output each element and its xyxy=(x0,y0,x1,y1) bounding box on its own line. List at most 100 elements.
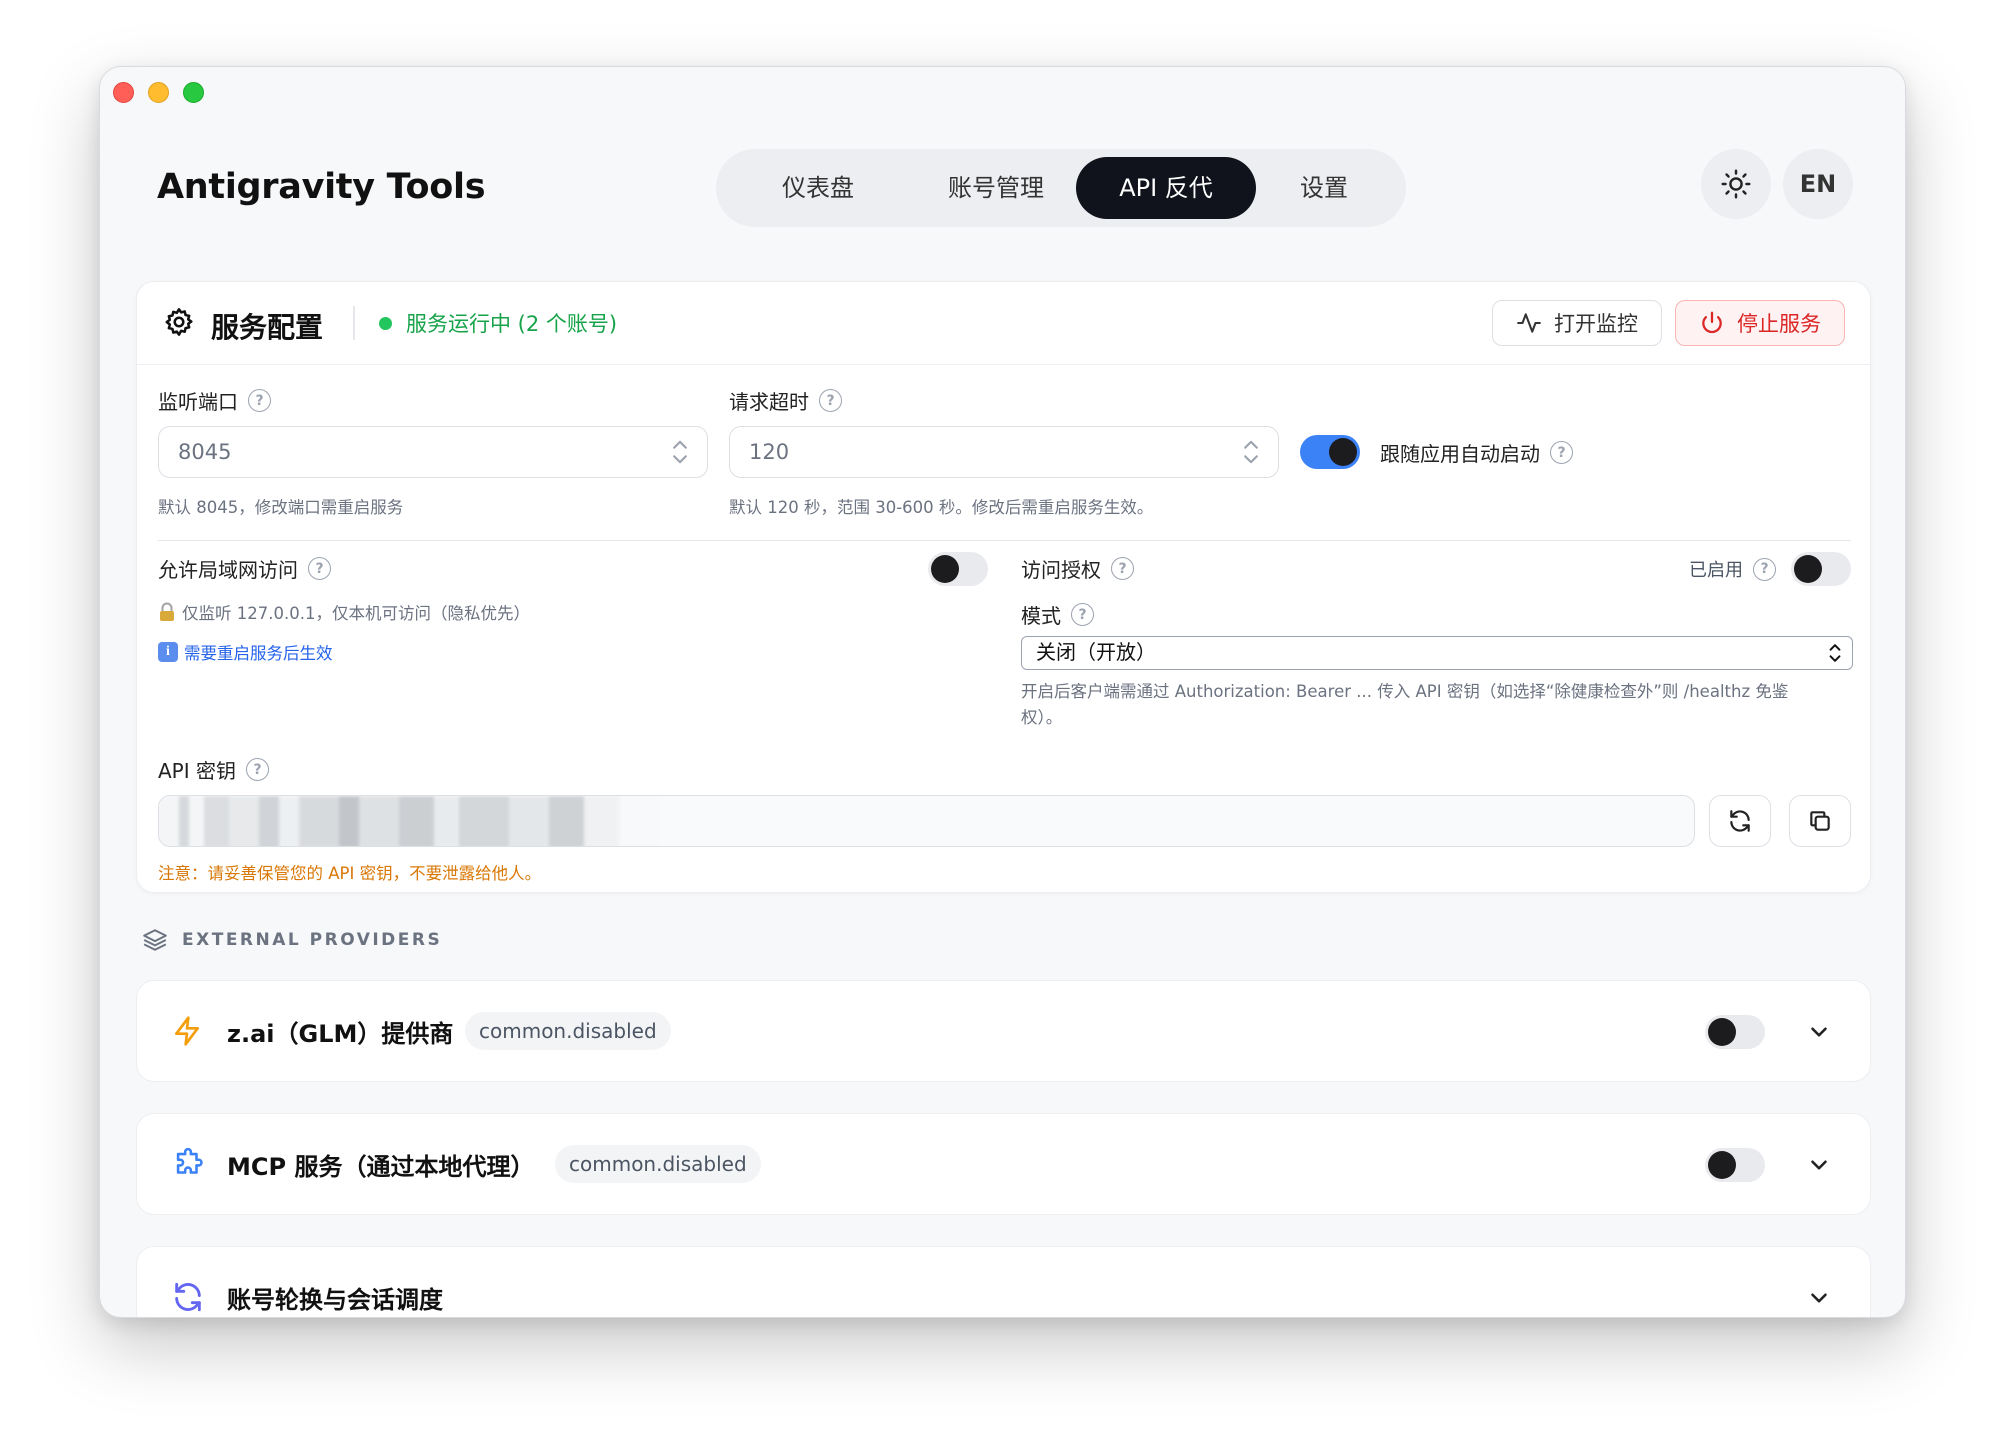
language-button[interactable]: EN xyxy=(1783,149,1853,219)
tab-api-proxy[interactable]: API 反代 xyxy=(1076,157,1256,219)
provider-card-mcp[interactable]: MCP 服务（通过本地代理） common.disabled xyxy=(136,1113,1871,1215)
lan-help-icon[interactable]: ? xyxy=(308,557,331,580)
app-title: Antigravity Tools xyxy=(157,167,486,207)
window-controls xyxy=(113,82,204,103)
main-nav: 仪表盘 账号管理 API 反代 设置 xyxy=(716,149,1406,227)
lan-access-label-text: 允许局域网访问 xyxy=(158,558,298,582)
language-label: EN xyxy=(1799,170,1837,198)
refresh-icon xyxy=(1730,810,1750,832)
auth-hint: 开启后客户端需通过 Authorization: Bearer ... 传入 A… xyxy=(1021,679,1853,731)
port-help-icon[interactable]: ? xyxy=(248,389,271,412)
port-input[interactable]: 8045 xyxy=(158,426,708,478)
provider-toggle[interactable] xyxy=(1705,1015,1765,1049)
regenerate-key-button[interactable] xyxy=(1709,795,1771,847)
refresh-icon xyxy=(175,1282,201,1312)
api-key-help-icon[interactable]: ? xyxy=(246,758,269,781)
spinner-arrows-icon[interactable] xyxy=(1242,439,1260,465)
close-window-button[interactable] xyxy=(113,82,134,103)
provider-title: MCP 服务（通过本地代理） xyxy=(227,1153,535,1181)
api-key-warning: 注意：请妥善保管您的 API 密钥，不要泄露给他人。 xyxy=(158,864,542,883)
theme-toggle-button[interactable] xyxy=(1701,149,1771,219)
copy-icon xyxy=(1810,811,1830,831)
open-monitor-label: 打开监控 xyxy=(1554,312,1638,336)
timeout-hint: 默认 120 秒，范围 30-600 秒。修改后需重启服务生效。 xyxy=(729,498,1154,517)
tab-accounts[interactable]: 账号管理 xyxy=(912,157,1080,219)
auth-mode-value: 关闭（开放） xyxy=(1036,640,1156,664)
tab-settings[interactable]: 设置 xyxy=(1264,157,1384,219)
autostart-toggle[interactable] xyxy=(1300,435,1360,469)
minimize-window-button[interactable] xyxy=(148,82,169,103)
timeout-value: 120 xyxy=(749,440,790,464)
timeout-label-text: 请求超时 xyxy=(729,390,809,414)
api-key-redacted xyxy=(159,796,659,846)
port-hint: 默认 8045，修改端口需重启服务 xyxy=(158,498,404,517)
header-divider xyxy=(353,306,355,340)
lock-icon xyxy=(160,602,174,621)
auth-mode-label: 模式 ? xyxy=(1021,600,1094,629)
spinner-arrows-icon[interactable] xyxy=(671,439,689,465)
lan-restart-note: i 需要重启服务后生效 xyxy=(158,640,333,664)
provider-status-badge: common.disabled xyxy=(555,1145,761,1183)
external-providers-heading: EXTERNAL PROVIDERS xyxy=(142,927,442,953)
chevron-down-icon[interactable] xyxy=(1806,1285,1832,1311)
auth-label-text: 访问授权 xyxy=(1021,558,1101,582)
info-icon: i xyxy=(158,642,178,662)
auth-hint-line2: 权）。 xyxy=(1021,708,1063,727)
lan-restart-text: 需要重启服务后生效 xyxy=(184,644,333,663)
power-icon xyxy=(1702,311,1722,334)
auth-mode-help-icon[interactable]: ? xyxy=(1071,603,1094,626)
provider-card-rotation[interactable]: 账号轮换与会话调度 xyxy=(136,1246,1871,1317)
service-status: 服务运行中 (2 个账号) xyxy=(379,308,617,338)
auth-hint-line1: 开启后客户端需通过 Authorization: Bearer ... 传入 A… xyxy=(1021,682,1789,701)
port-value: 8045 xyxy=(178,440,232,464)
port-label: 监听端口 ? xyxy=(158,386,271,415)
sun-icon xyxy=(1721,169,1751,199)
service-config-card: 服务配置 服务运行中 (2 个账号) 打开监控 停止服务 监听端口 ? 8045 xyxy=(136,281,1871,893)
api-key-input[interactable] xyxy=(158,795,1695,847)
provider-title: 账号轮换与会话调度 xyxy=(227,1286,443,1314)
service-status-text: 服务运行中 (2 个账号) xyxy=(406,312,618,336)
api-key-label-text: API 密钥 xyxy=(158,759,236,783)
timeout-input[interactable]: 120 xyxy=(729,426,1279,478)
autostart-label: 跟随应用自动启动 ? xyxy=(1380,438,1573,467)
lan-access-toggle[interactable] xyxy=(928,552,988,586)
lan-access-label: 允许局域网访问 ? xyxy=(158,554,331,583)
provider-toggle[interactable] xyxy=(1705,1148,1765,1182)
auth-help-icon[interactable]: ? xyxy=(1111,557,1134,580)
autostart-help-icon[interactable]: ? xyxy=(1550,441,1573,464)
stop-service-button[interactable]: 停止服务 xyxy=(1675,300,1845,346)
chevron-down-icon[interactable] xyxy=(1806,1152,1832,1178)
auth-enabled-text: 已启用 xyxy=(1689,560,1743,581)
tab-dashboard[interactable]: 仪表盘 xyxy=(736,157,900,219)
zoom-window-button[interactable] xyxy=(183,82,204,103)
copy-key-button[interactable] xyxy=(1789,795,1851,847)
puzzle-icon xyxy=(176,1147,203,1174)
auth-enabled-help-icon[interactable]: ? xyxy=(1753,557,1776,581)
service-config-header: 服务配置 服务运行中 (2 个账号) 打开监控 停止服务 xyxy=(137,282,1870,365)
service-config-title: 服务配置 xyxy=(211,311,324,344)
auth-label: 访问授权 ? xyxy=(1021,554,1134,583)
layers-icon xyxy=(143,929,167,951)
provider-card-zai[interactable]: z.ai（GLM）提供商 common.disabled xyxy=(136,980,1871,1082)
timeout-label: 请求超时 ? xyxy=(729,386,842,415)
section-divider xyxy=(158,540,1851,541)
provider-title: z.ai（GLM）提供商 xyxy=(227,1020,454,1048)
lan-info-text: 仅监听 127.0.0.1，仅本机可访问（隐私优先） xyxy=(182,604,530,623)
port-label-text: 监听端口 xyxy=(158,390,238,414)
provider-status-badge: common.disabled xyxy=(465,1012,671,1050)
auth-mode-label-text: 模式 xyxy=(1021,604,1061,628)
status-indicator xyxy=(379,316,392,330)
activity-icon xyxy=(1517,313,1541,333)
auth-enabled-label: 已启用 ? xyxy=(1689,556,1776,582)
api-key-label: API 密钥 ? xyxy=(158,755,269,784)
autostart-label-text: 跟随应用自动启动 xyxy=(1380,442,1540,466)
stop-service-label: 停止服务 xyxy=(1737,312,1821,336)
open-monitor-button[interactable]: 打开监控 xyxy=(1492,300,1662,346)
timeout-help-icon[interactable]: ? xyxy=(819,389,842,412)
chevron-down-icon[interactable] xyxy=(1806,1019,1832,1045)
auth-mode-select[interactable]: 关闭（开放） xyxy=(1021,636,1853,670)
bolt-icon xyxy=(175,1016,199,1046)
auth-toggle[interactable] xyxy=(1791,552,1851,586)
select-arrows-icon xyxy=(1829,644,1841,662)
lan-info: 仅监听 127.0.0.1，仅本机可访问（隐私优先） xyxy=(158,600,530,624)
